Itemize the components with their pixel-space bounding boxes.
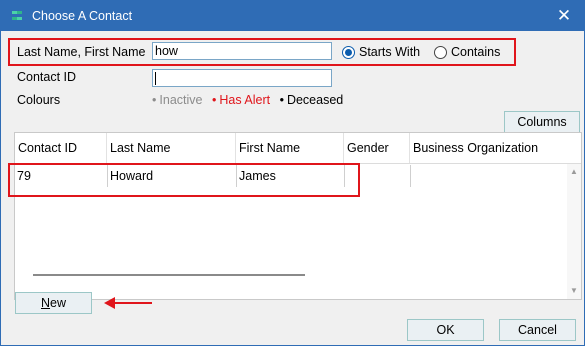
arrow-left-icon bbox=[104, 297, 152, 309]
column-header-business-organization[interactable]: Business Organization bbox=[410, 133, 581, 163]
column-header-last-name[interactable]: Last Name bbox=[107, 133, 236, 163]
horizontal-scrollbar[interactable] bbox=[33, 274, 305, 276]
cancel-button[interactable]: Cancel bbox=[499, 319, 576, 341]
cell-business-organization bbox=[411, 165, 566, 187]
vertical-scrollbar[interactable]: ▲ ▼ bbox=[567, 164, 581, 299]
highlight-box-search bbox=[8, 38, 516, 66]
legend-has-alert: • Has Alert bbox=[211, 93, 271, 107]
title-bar: Choose A Contact ✕ bbox=[1, 1, 584, 31]
text-caret bbox=[155, 72, 156, 86]
colours-label: Colours bbox=[17, 93, 61, 107]
scroll-up-icon[interactable]: ▲ bbox=[570, 167, 578, 176]
window-title: Choose A Contact bbox=[32, 9, 133, 23]
close-icon[interactable]: ✕ bbox=[552, 4, 576, 28]
ok-button[interactable]: OK bbox=[407, 319, 484, 341]
column-header-gender[interactable]: Gender bbox=[344, 133, 410, 163]
columns-button[interactable]: Columns bbox=[504, 111, 580, 133]
results-table: Contact ID Last Name First Name Gender B… bbox=[14, 132, 582, 300]
contact-app-icon bbox=[12, 11, 22, 20]
new-button[interactable]: New bbox=[15, 292, 92, 314]
column-header-contact-id[interactable]: Contact ID bbox=[15, 133, 107, 163]
legend-inactive: • Inactive bbox=[152, 93, 203, 107]
table-header: Contact ID Last Name First Name Gender B… bbox=[15, 133, 581, 164]
legend-deceased: • Deceased bbox=[279, 93, 344, 107]
scroll-down-icon[interactable]: ▼ bbox=[570, 286, 578, 295]
colours-legend: • Inactive • Has Alert • Deceased bbox=[152, 93, 349, 107]
highlight-box-result bbox=[8, 163, 360, 197]
contact-id-label: Contact ID bbox=[17, 70, 77, 84]
column-header-first-name[interactable]: First Name bbox=[236, 133, 344, 163]
contact-id-input[interactable] bbox=[152, 69, 332, 87]
choose-contact-dialog: Choose A Contact ✕ Last Name, First Name… bbox=[0, 0, 585, 346]
